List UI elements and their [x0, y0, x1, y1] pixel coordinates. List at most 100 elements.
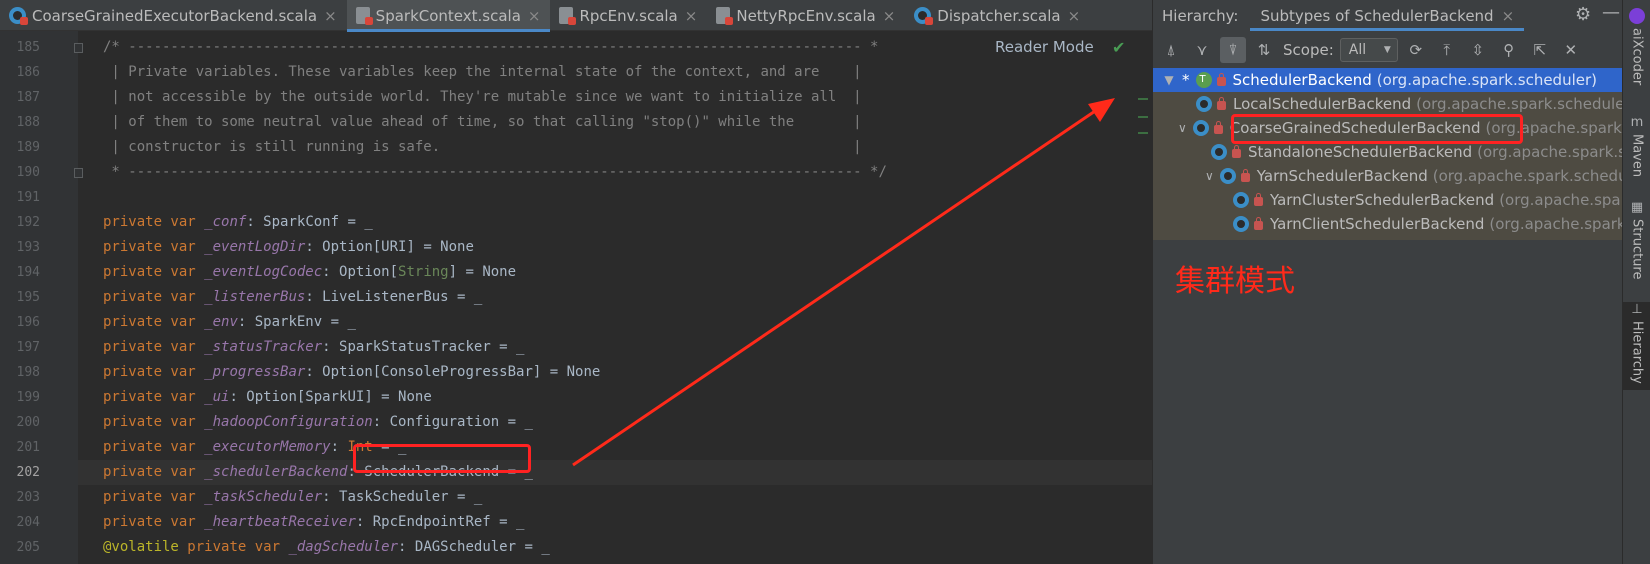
code-area[interactable]: /* -------------------------------------…	[78, 31, 1152, 564]
code-line[interactable]: | not accessible by the outside world. T…	[103, 85, 861, 110]
code-line[interactable]: private var _conf: SparkConf = _	[103, 210, 373, 235]
line-number[interactable]: 194	[0, 260, 40, 285]
expand-all-button[interactable]: ⇳	[1465, 37, 1491, 63]
line-number[interactable]: 205	[0, 535, 40, 560]
code-token: : SparkEnv = _	[237, 314, 356, 330]
editor-tab[interactable]: NettyRpcEnv.scala ×	[707, 0, 905, 31]
sidebar-tab-hierarchy[interactable]: ⊥ Hierarchy	[1623, 302, 1650, 390]
class-hierarchy-button[interactable]: ⋎	[1189, 37, 1215, 63]
code-token: private var	[103, 214, 205, 230]
sidebar-tab-aixcoder[interactable]: aiXcoder	[1623, 8, 1650, 85]
tree-node[interactable]: YarnClientSchedulerBackend (org.apache.sp…	[1153, 212, 1622, 236]
code-token: : RpcEndpointRef = _	[355, 514, 525, 530]
line-number[interactable]: 204	[0, 510, 40, 535]
private-lock-icon	[1232, 144, 1241, 158]
tab-subtypes-of-schedulerbackend[interactable]: Subtypes of SchedulerBackend ×	[1250, 0, 1524, 31]
code-line[interactable]: private var _eventLogDir: Option[URI] = …	[103, 235, 474, 260]
code-editor[interactable]: CoarseGrainedExecutorBackend.scala × Spark…	[0, 0, 1152, 564]
close-icon[interactable]: ×	[1502, 7, 1515, 25]
scrollbar-markers[interactable]	[1138, 98, 1148, 138]
line-number[interactable]: 186	[0, 60, 40, 85]
line-number[interactable]: 198	[0, 360, 40, 385]
code-line[interactable]: private var _ui: Option[SparkUI] = None	[103, 385, 432, 410]
line-number[interactable]: 200	[0, 410, 40, 435]
line-number-gutter[interactable]: 185 186 187 188 189 190 191 192 193 194 195 196 197 1…	[0, 31, 83, 564]
close-icon[interactable]: ×	[324, 7, 337, 25]
tree-node[interactable]: ▼ * SchedulerBackend(org.apache.spark.sche…	[1153, 68, 1622, 92]
pin-button[interactable]: ⚲	[1496, 37, 1522, 63]
code-line[interactable]: private var _hadoopConfiguration: Config…	[103, 410, 533, 435]
editor-tab-label: SparkContext.scala	[375, 6, 521, 25]
private-lock-icon	[1254, 192, 1263, 206]
line-number[interactable]: 191	[0, 185, 40, 210]
expand-chevron-icon[interactable]: ∨	[1205, 169, 1214, 183]
open-in-window-button[interactable]: ⇱	[1527, 37, 1553, 63]
tree-node[interactable]: YarnClusterSchedulerBackend (org.apache.s…	[1153, 188, 1622, 212]
line-number[interactable]: 188	[0, 110, 40, 135]
line-number[interactable]: 201	[0, 435, 40, 460]
code-line[interactable]: | of them to some neutral value ahead of…	[103, 110, 861, 135]
line-number[interactable]: 187	[0, 85, 40, 110]
code-line[interactable]: private var _eventLogCodec: Option[Strin…	[103, 260, 516, 285]
code-line[interactable]: /* -------------------------------------…	[103, 35, 878, 60]
line-number[interactable]: 189	[0, 135, 40, 160]
subtypes-hierarchy-button[interactable]: ⍒	[1220, 37, 1246, 63]
line-number[interactable]: 203	[0, 485, 40, 510]
line-number[interactable]: 190	[0, 160, 40, 185]
close-icon[interactable]: ×	[528, 7, 541, 25]
minimize-icon[interactable]: —	[1602, 2, 1620, 23]
supertypes-hierarchy-button[interactable]: ⍋	[1158, 37, 1184, 63]
tree-node[interactable]: ∨ YarnSchedulerBackend (org.apache.spark.s…	[1153, 164, 1622, 188]
sidebar-tab-maven[interactable]: m Maven	[1623, 115, 1650, 177]
code-line[interactable]: private var _listenerBus: LiveListenerBu…	[103, 285, 482, 310]
code-line[interactable]: private var _taskScheduler: TaskSchedule…	[103, 485, 482, 510]
close-icon[interactable]: ×	[883, 7, 896, 25]
code-line[interactable]: | constructor is still running is safe. …	[103, 135, 861, 160]
hierarchy-tree: ▼*SchedulerBackend(org.apache.spark.sche…	[1153, 68, 1622, 240]
code-token: _eventLogDir	[204, 239, 306, 255]
code-token: : TaskScheduler = _	[322, 489, 483, 505]
scope-select[interactable]: All	[1339, 38, 1398, 62]
close-panel-button[interactable]: ✕	[1558, 37, 1584, 63]
inspection-ok-icon[interactable]: ✔	[1112, 38, 1125, 57]
scala-object-icon	[9, 7, 28, 25]
code-token: _heartbeatReceiver	[204, 514, 356, 530]
line-number[interactable]: 196	[0, 310, 40, 335]
close-icon[interactable]: ×	[685, 7, 698, 25]
class-icon	[1233, 216, 1249, 232]
reader-mode-toggle[interactable]: Reader Mode	[995, 38, 1094, 56]
class-icon	[1196, 96, 1212, 112]
line-number[interactable]: 202	[0, 460, 40, 485]
code-token: : DAGScheduler = _	[398, 539, 550, 555]
expand-chevron-icon[interactable]: ∨	[1178, 121, 1187, 135]
scroll-marker	[1138, 132, 1148, 134]
line-number[interactable]: 195	[0, 285, 40, 310]
code-line[interactable]: private var _env: SparkEnv = _	[103, 310, 356, 335]
tree-node[interactable]: LocalSchedulerBackend (org.apache.spark.s…	[1153, 92, 1622, 116]
close-icon[interactable]: ×	[1068, 7, 1081, 25]
editor-tab[interactable]: CoarseGrainedExecutorBackend.scala ×	[0, 0, 347, 31]
code-line[interactable]: private var _heartbeatReceiver: RpcEndpo…	[103, 510, 524, 535]
line-number[interactable]: 192	[0, 210, 40, 235]
expand-chevron-icon[interactable]: ▼	[1163, 73, 1175, 87]
line-number[interactable]: 197	[0, 335, 40, 360]
export-button[interactable]: ⤒	[1434, 37, 1460, 63]
line-number[interactable]: 185	[0, 35, 40, 60]
sidebar-tab-structure[interactable]: ▦ Structure	[1623, 200, 1650, 279]
sort-alphabetically-button[interactable]: ⇅	[1251, 37, 1277, 63]
gear-icon[interactable]: ⚙	[1575, 4, 1591, 25]
code-line[interactable]: private var _progressBar: Option[Console…	[103, 360, 600, 385]
code-line[interactable]: @volatile private var _dagScheduler: DAG…	[103, 535, 550, 560]
editor-tab[interactable]: SparkContext.scala ×	[346, 0, 551, 32]
code-line[interactable]: | Private variables. These variables kee…	[103, 60, 861, 85]
editor-tab[interactable]: RpcEnv.scala ×	[550, 0, 707, 31]
package-name: (org.apache.spark.scheduler)	[1376, 71, 1598, 89]
editor-tab[interactable]: Dispatcher.scala ×	[905, 0, 1090, 31]
code-line[interactable]: * --------------------------------------…	[103, 160, 886, 185]
code-line[interactable]: private var _statusTracker: SparkStatusT…	[103, 335, 524, 360]
refresh-button[interactable]: ⟳	[1403, 37, 1429, 63]
line-number[interactable]: 199	[0, 385, 40, 410]
line-number[interactable]: 193	[0, 235, 40, 260]
class-icon	[1211, 144, 1227, 160]
code-token: /* -------------------------------------…	[103, 39, 879, 55]
